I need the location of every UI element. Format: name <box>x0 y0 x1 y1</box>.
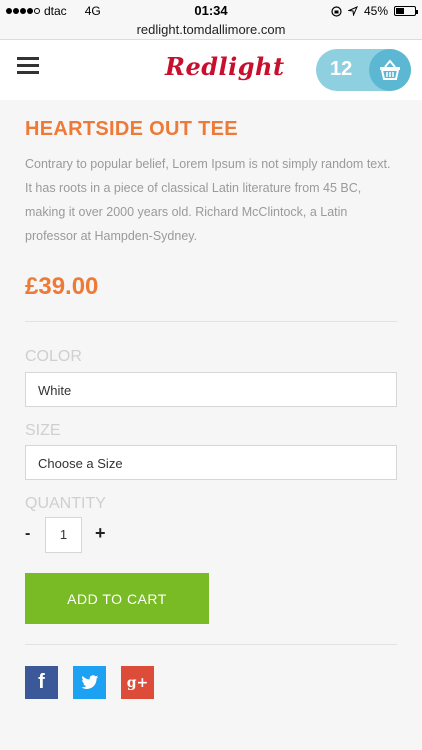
address-bar-url[interactable]: redlight.tomdallimore.com <box>0 22 422 37</box>
add-to-cart-button[interactable]: ADD TO CART <box>25 573 209 624</box>
quantity-input[interactable]: 1 <box>45 517 82 553</box>
facebook-icon[interactable]: f <box>25 666 58 699</box>
divider <box>25 321 397 322</box>
twitter-icon[interactable] <box>73 666 106 699</box>
color-label: COLOR <box>25 348 82 365</box>
size-select[interactable]: Choose a Size <box>25 445 397 480</box>
product-description: Contrary to popular belief, Lorem Ipsum … <box>25 157 391 243</box>
quantity-stepper: - 1 + <box>25 517 145 553</box>
battery-percent: 45% <box>363 4 388 18</box>
divider <box>25 644 397 645</box>
social-share: f g+ <box>25 666 154 699</box>
color-select[interactable]: White <box>25 372 397 407</box>
site-header: Redlight 12 <box>0 40 422 100</box>
location-arrow-icon <box>347 6 358 16</box>
site-logo[interactable]: Redlight <box>165 52 285 81</box>
basket-icon <box>369 49 411 91</box>
battery-icon <box>394 6 418 16</box>
status-bar: dtac 4G 01:34 45% redlight.tomdallimore.… <box>0 0 422 40</box>
product-title: HEARTSIDE OUT TEE <box>25 118 238 140</box>
quantity-decrease-button[interactable]: - <box>25 525 30 543</box>
status-right: 45% <box>331 4 418 18</box>
quantity-increase-button[interactable]: + <box>95 523 106 544</box>
hamburger-icon[interactable] <box>17 57 39 74</box>
cart-button[interactable]: 12 <box>316 49 411 91</box>
product-price: £39.00 <box>25 273 99 300</box>
quantity-label: QUANTITY <box>25 495 106 512</box>
googleplus-icon[interactable]: g+ <box>121 666 154 699</box>
size-label: SIZE <box>25 422 61 439</box>
rotation-lock-icon <box>331 5 342 17</box>
cart-count: 12 <box>330 58 353 80</box>
